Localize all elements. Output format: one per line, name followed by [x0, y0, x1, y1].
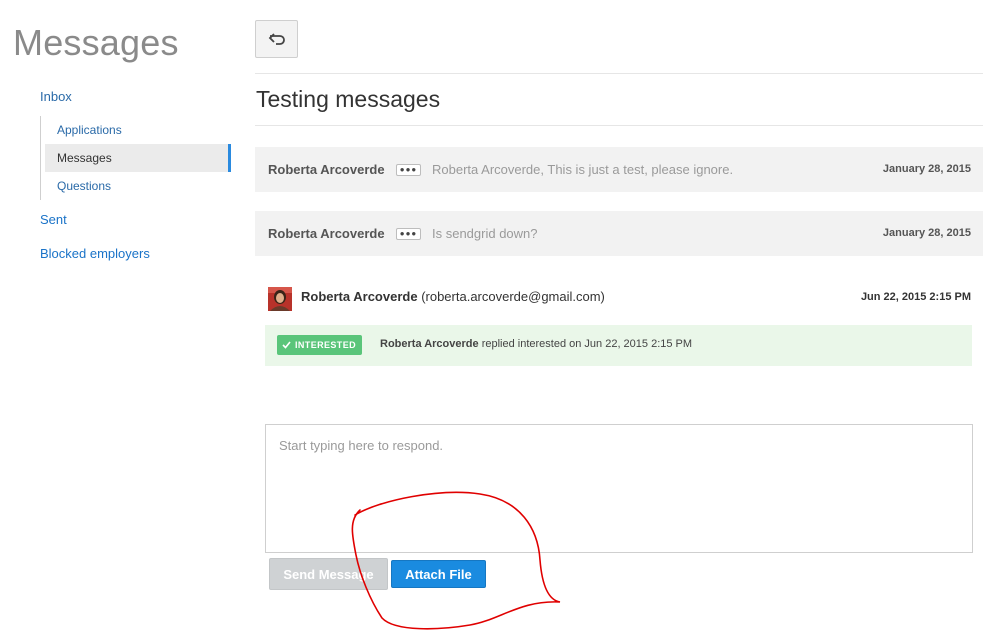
reply-textarea[interactable] [265, 424, 973, 553]
status-sender: Roberta Arcoverde [380, 338, 479, 350]
sender-email: (roberta.arcoverde@gmail.com) [421, 289, 605, 304]
collapsed-message[interactable]: Roberta Arcoverde ●●● Is sendgrid down? … [255, 211, 983, 256]
ellipsis-icon[interactable]: ●●● [396, 164, 421, 176]
status-badge-label: INTERESTED [295, 340, 357, 350]
divider [255, 73, 983, 74]
message-sender: Roberta Arcoverde [268, 162, 385, 177]
collapsed-message[interactable]: Roberta Arcoverde ●●● Roberta Arcoverde,… [255, 147, 983, 192]
message-date: January 28, 2015 [882, 227, 971, 239]
open-message-date: Jun 22, 2015 2:15 PM [860, 291, 971, 303]
sidebar-item-inbox[interactable]: Inbox [40, 89, 72, 104]
status-badge: INTERESTED [277, 335, 363, 355]
sidebar-item-sent[interactable]: Sent [40, 212, 67, 227]
ellipsis-icon[interactable]: ●●● [396, 228, 421, 240]
sender-name: Roberta Arcoverde [301, 289, 418, 304]
checkmark-icon [282, 341, 291, 349]
divider [255, 125, 983, 126]
status-text: Roberta Arcoverde replied interested on … [380, 338, 692, 350]
status-notice: INTERESTED Roberta Arcoverde replied int… [265, 325, 972, 366]
message-preview: Is sendgrid down? [432, 226, 538, 241]
inbox-subnav: Applications Messages Questions [40, 116, 231, 200]
message-sender: Roberta Arcoverde [268, 226, 385, 241]
back-button[interactable] [255, 20, 298, 58]
status-description: replied interested on Jun 22, 2015 2:15 … [481, 338, 693, 350]
thread-title: Testing messages [256, 86, 441, 112]
page-title: Messages [13, 22, 179, 63]
sidebar-item-applications[interactable]: Applications [45, 116, 231, 144]
message-date: January 28, 2015 [882, 163, 971, 175]
sidebar-item-questions[interactable]: Questions [45, 172, 231, 200]
avatar [268, 287, 292, 311]
sidebar-item-blocked-employers[interactable]: Blocked employers [40, 246, 150, 261]
back-arrow-icon [268, 33, 285, 45]
send-message-button[interactable]: Send Message [269, 558, 388, 590]
sidebar-item-messages[interactable]: Messages [45, 144, 231, 172]
message-preview: Roberta Arcoverde, This is just a test, … [432, 162, 734, 177]
open-message-sender: Roberta Arcoverde (roberta.arcoverde@gma… [301, 289, 605, 304]
attach-file-button[interactable]: Attach File [391, 560, 486, 588]
